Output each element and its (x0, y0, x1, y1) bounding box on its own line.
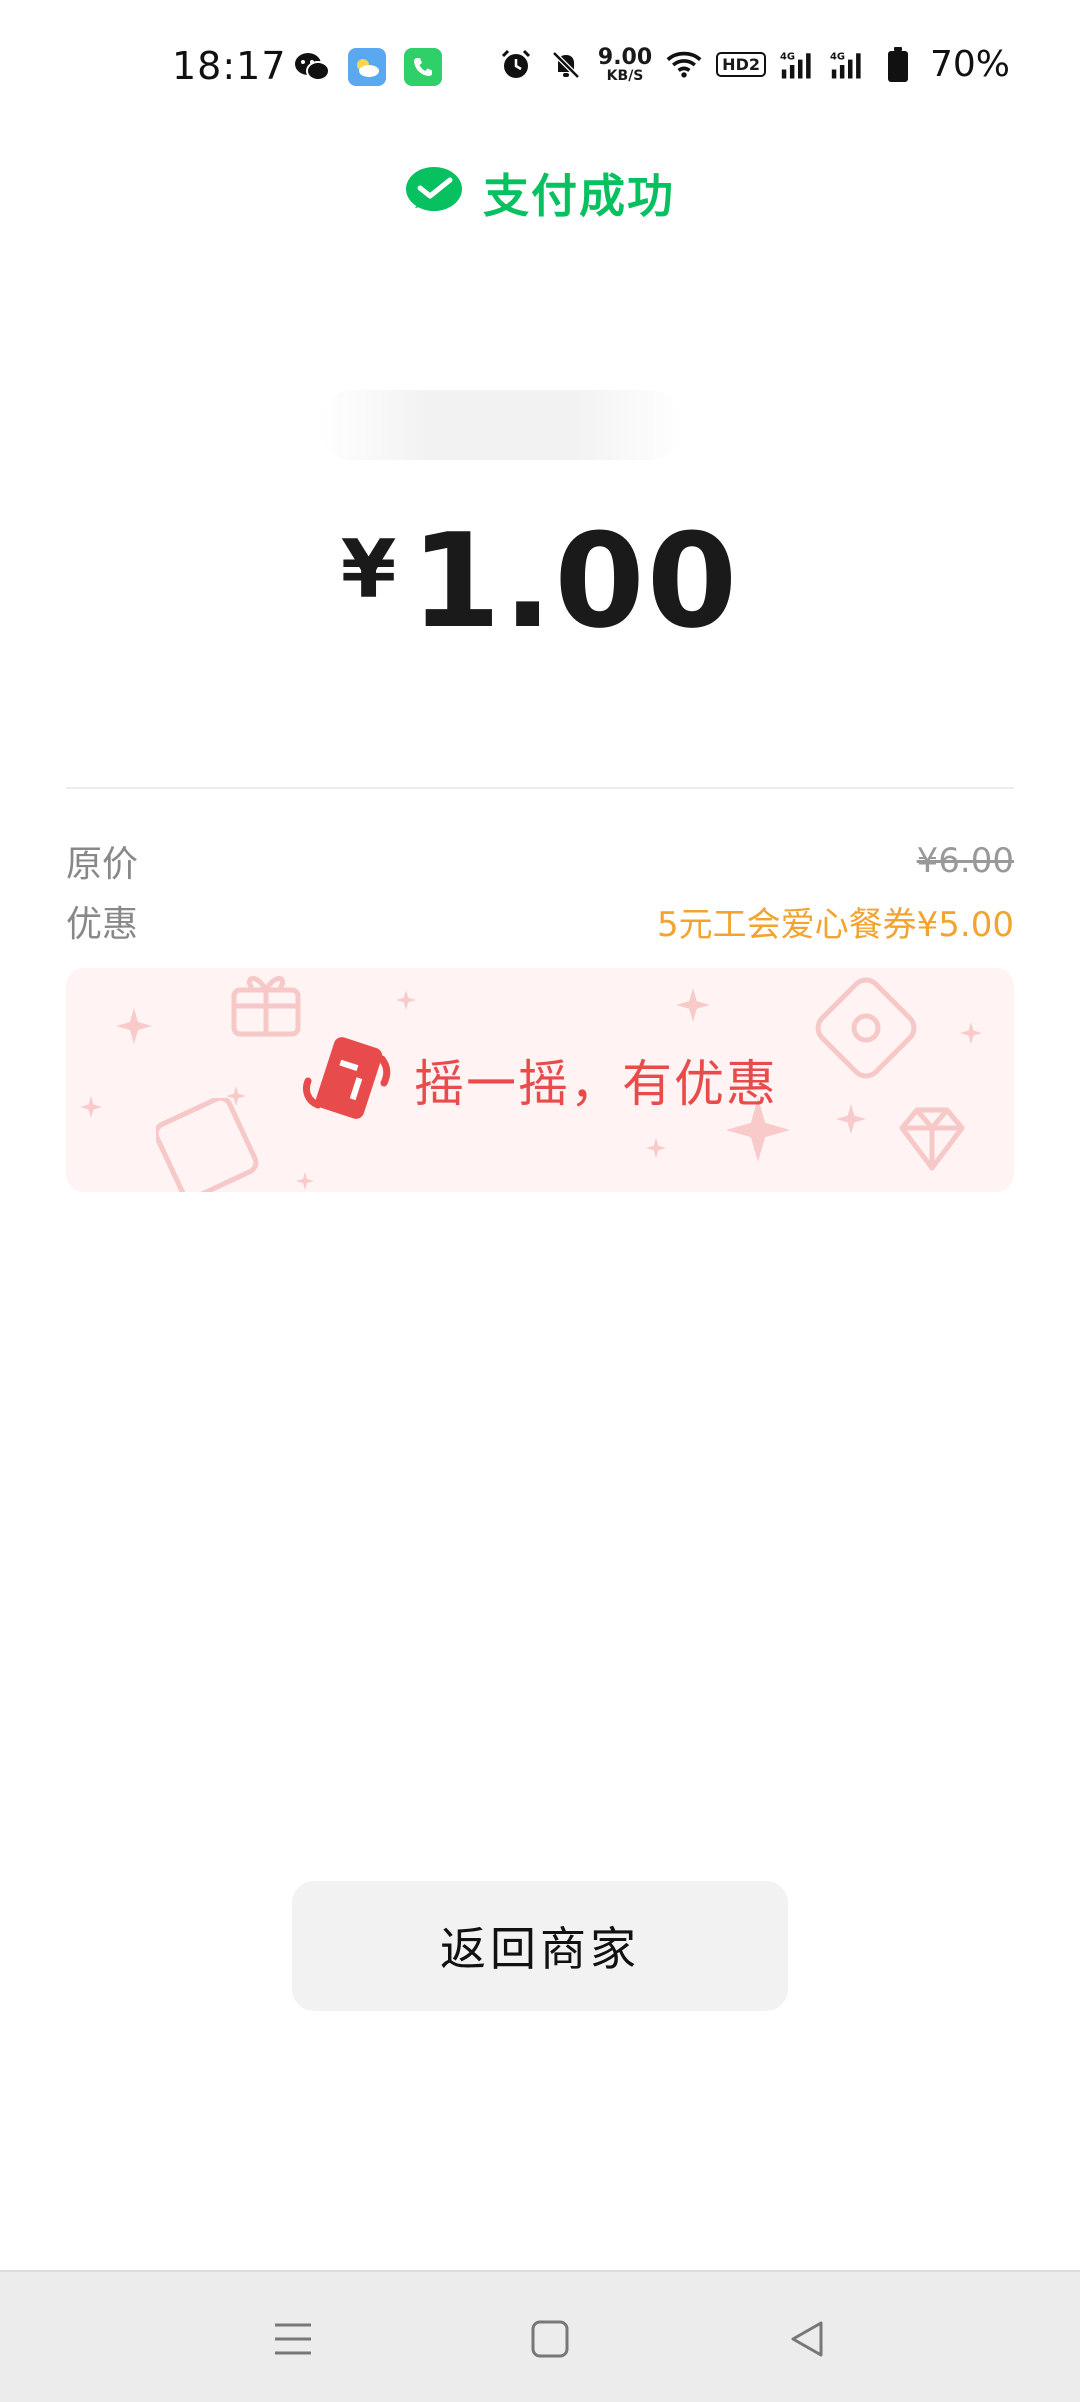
payment-success-header: 支付成功 (0, 160, 1080, 226)
discount-row: 优惠 5元工会爱心餐券¥5.00 (66, 895, 1014, 947)
wifi-icon (666, 47, 702, 83)
original-price-label: 原价 (66, 844, 139, 885)
battery-percent: 70% (929, 44, 1010, 85)
signal-4g-icon: 4G (830, 47, 866, 83)
status-time: 18:17 (172, 44, 287, 88)
back-icon[interactable] (772, 2304, 842, 2374)
back-to-merchant-button[interactable]: 返回商家 (292, 1881, 788, 2011)
original-price-value: ¥6.00 (916, 841, 1014, 881)
weather-app-icon (348, 48, 386, 86)
payment-amount: ¥ 1.00 (0, 505, 1080, 657)
svg-text:4G: 4G (830, 51, 845, 62)
mute-icon (548, 47, 584, 83)
wechat-pay-check-icon (405, 166, 463, 220)
shake-phone-icon (302, 1035, 392, 1125)
divider (66, 787, 1014, 789)
original-price-row: 原价 ¥6.00 (66, 835, 1014, 887)
page-title: 支付成功 (483, 169, 675, 223)
amount-value: 1.00 (410, 505, 740, 657)
menu-icon[interactable] (258, 2304, 328, 2374)
shake-promo-content: 摇一摇，有优惠 (66, 968, 1014, 1192)
discount-value: 5元工会爱心餐券¥5.00 (657, 904, 1014, 945)
wechat-icon (294, 49, 330, 85)
status-bar: 18:17 9.00 KB/S HD2 4G 4G 70% (0, 0, 1080, 130)
merchant-name-blurred (318, 390, 684, 460)
phone-app-icon (404, 48, 442, 86)
notification-icons (294, 48, 442, 86)
alarm-icon (498, 47, 534, 83)
net-speed: 9.00 KB/S (597, 44, 653, 84)
shake-promo-text: 摇一摇，有优惠 (414, 1055, 778, 1113)
system-icons: 9.00 KB/S HD2 4G 4G 70% (498, 44, 1010, 85)
discount-label: 优惠 (66, 904, 139, 945)
system-nav-bar (0, 2270, 1080, 2402)
shake-promo-banner[interactable]: 摇一摇，有优惠 (66, 968, 1014, 1192)
battery-icon (880, 46, 916, 83)
svg-text:4G: 4G (780, 51, 795, 62)
hd-icon: HD2 (716, 52, 766, 77)
signal-4g-icon: 4G (780, 47, 816, 83)
currency-symbol: ¥ (340, 523, 397, 616)
home-icon[interactable] (515, 2304, 585, 2374)
